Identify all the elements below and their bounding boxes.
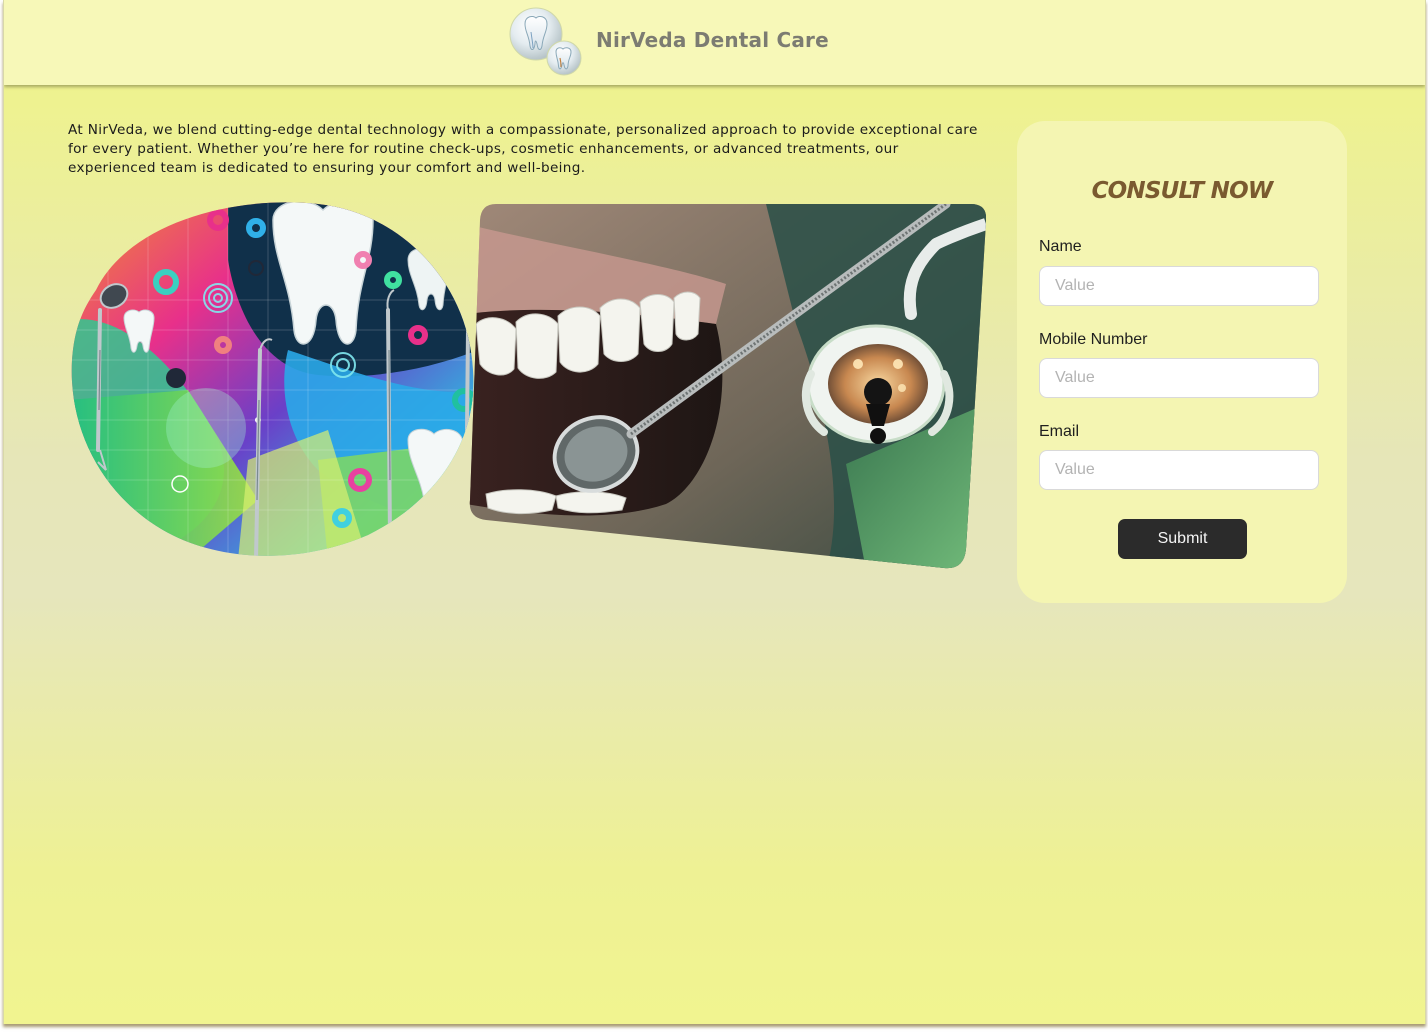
- name-input[interactable]: [1039, 266, 1319, 306]
- abstract-teeth-tools-illustration: [71, 202, 474, 556]
- form-title: CONSULT NOW: [1091, 178, 1274, 204]
- dental-mirror-smile-photo: [469, 204, 986, 569]
- brand-name[interactable]: NirVeda Dental Care: [596, 28, 829, 52]
- tooth-logo-icon[interactable]: [504, 6, 584, 78]
- page: NirVeda Dental Care At NirVeda, we blend…: [3, 0, 1426, 1024]
- email-input[interactable]: [1039, 450, 1319, 490]
- consult-form: CONSULT NOW Name Mobile Number Email Sub…: [1017, 121, 1347, 603]
- email-label: Email: [1039, 423, 1080, 440]
- submit-button[interactable]: Submit: [1118, 519, 1247, 559]
- site-header: NirVeda Dental Care: [4, 0, 1425, 85]
- mobile-number-label: Mobile Number: [1039, 331, 1148, 348]
- mobile-number-input[interactable]: [1039, 358, 1319, 398]
- name-label: Name: [1039, 238, 1082, 255]
- intro-paragraph: At NirVeda, we blend cutting-edge dental…: [68, 122, 978, 176]
